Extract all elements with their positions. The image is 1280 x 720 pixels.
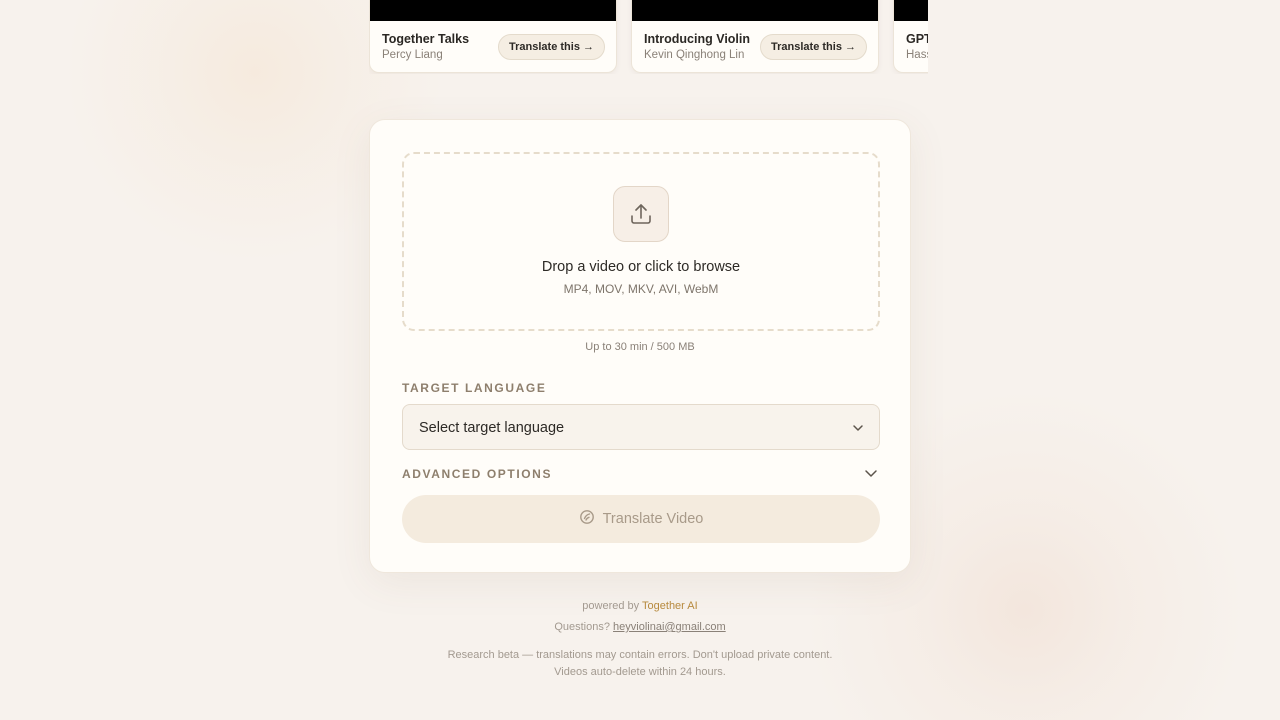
translate-this-button[interactable]: Translate this → (498, 34, 605, 60)
video-author: Kevin Qinghong Lin (644, 49, 745, 61)
video-card-introducing-violin[interactable]: Introducing Violin Kevin Qinghong Lin Tr… (631, 0, 879, 73)
video-title: Together Talks (382, 32, 470, 46)
video-author: Percy Liang (382, 49, 443, 61)
chevron-down-icon[interactable] (864, 466, 878, 485)
dropzone-title: Drop a video or click to browse (541, 259, 741, 275)
translate-icon (579, 509, 595, 529)
powered-by-line: powered by Together AI (340, 598, 940, 615)
target-language-label: TARGET LANGUAGE (402, 381, 547, 395)
video-thumbnail[interactable] (632, 0, 878, 21)
target-language-select[interactable]: Select target language (402, 404, 880, 450)
video-gallery: Together Talks Percy Liang Translate thi… (369, 0, 928, 74)
advanced-options-toggle[interactable]: ADVANCED OPTIONS (402, 467, 552, 481)
contact-email-link[interactable]: heyviolinai@gmail.com (613, 621, 726, 633)
video-dropzone[interactable]: Drop a video or click to browse MP4, MOV… (402, 152, 880, 331)
disclaimer-line: Research beta — translations may contain… (447, 649, 833, 661)
together-ai-link[interactable]: Together AI (642, 600, 698, 612)
translate-video-label: Translate Video (602, 511, 704, 527)
translate-card: Drop a video or click to browse MP4, MOV… (369, 119, 911, 573)
questions-line: Questions? heyviolinai@gmail.com (340, 619, 940, 636)
target-language-placeholder: Select target language (419, 420, 565, 436)
translate-video-button[interactable]: Translate Video (402, 495, 880, 543)
video-title: GPT (906, 32, 928, 46)
questions-prefix: Questions? (554, 621, 610, 633)
video-author: Hass (906, 49, 928, 61)
disclaimer-line: Videos auto-delete within 24 hours. (554, 666, 726, 678)
video-card-together-talks[interactable]: Together Talks Percy Liang Translate thi… (369, 0, 617, 73)
video-title: Introducing Violin (644, 32, 751, 46)
supported-formats: MP4, MOV, MKV, AVI, WebM (563, 282, 719, 296)
translate-this-button[interactable]: Translate this → (760, 34, 867, 60)
video-thumbnail[interactable] (894, 0, 928, 21)
chevron-down-icon (851, 421, 865, 440)
powered-by-prefix: powered by (582, 600, 640, 612)
upload-icon (613, 186, 669, 242)
video-thumbnail[interactable] (370, 0, 616, 21)
disclaimer: Research beta — translations may contain… (340, 647, 940, 681)
upload-limit-note: Up to 30 min / 500 MB (585, 341, 695, 353)
video-card-gpt[interactable]: GPT Hass (893, 0, 928, 73)
